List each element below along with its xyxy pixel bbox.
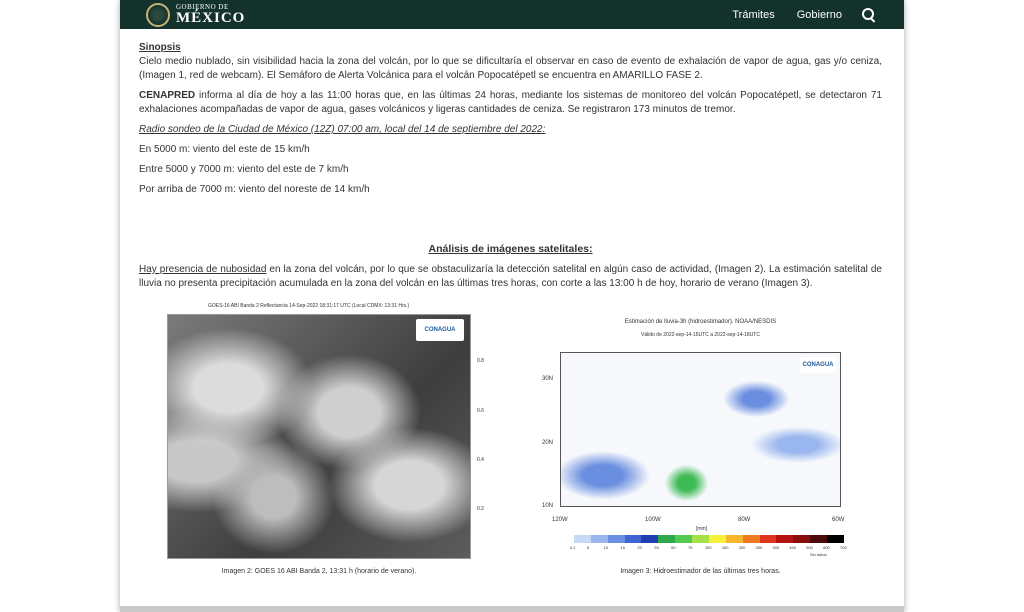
colorbar-label: 500: [806, 545, 813, 550]
conagua-logo-map: CONAGUA: [800, 357, 836, 373]
colorbar-swatch: [675, 535, 692, 543]
colorbar-swatch: [624, 535, 642, 543]
seal-icon: [146, 2, 170, 27]
colorbar-swatch: [793, 535, 811, 543]
satellite-lead: Hay presencia de nubosidad: [139, 264, 267, 275]
colorbar-label: 15: [620, 545, 625, 550]
colorbar-label: 400: [789, 545, 797, 550]
cenapred-bold: CENAPRED: [139, 90, 196, 101]
colorbar-label: 150: [721, 545, 729, 550]
colorbar-label: 50: [671, 545, 676, 550]
page-frame: GOBIERNO DE MÉXICO Trámites Gobierno Sin…: [120, 0, 904, 612]
lon-80w: 80W: [738, 517, 751, 523]
main-content: Sinopsis Cielo medio nublado, sin visibi…: [139, 41, 882, 289]
colorbar-label: 10: [603, 545, 609, 550]
cenapred-paragraph: CENAPRED informa al día de hoy a las 11:…: [139, 89, 882, 117]
image3-title: Estimación de lluvia-3h (hidroestimador)…: [624, 319, 777, 325]
colorbar-swatch: [776, 535, 794, 543]
colorbar-label: 0.1: [569, 545, 576, 550]
image3-caption: Imagen 3: Hidroestimador de las últimas …: [620, 568, 781, 575]
colorbar-label: 200: [738, 545, 746, 550]
colorbar-label: 300: [772, 545, 780, 550]
colorbar-swatch: [759, 535, 777, 543]
image2-scale-0: 0.8: [477, 358, 484, 364]
nav-menu: Trámites Gobierno: [710, 7, 876, 22]
search-icon[interactable]: [862, 7, 876, 22]
conagua-logo: CONAGUA: [416, 319, 464, 341]
image2-scale-3: 0.2: [477, 506, 484, 512]
colorbar-label: 100: [704, 545, 712, 550]
colorbar-swatch: [692, 535, 709, 543]
colorbar-label: 250: [755, 545, 763, 550]
lat-10n: 10N: [542, 503, 554, 509]
image2-scale-2: 0.4: [477, 457, 484, 463]
lon-60w: 60W: [832, 517, 845, 523]
colorbar-swatch: [573, 535, 591, 543]
sinopsis-text: Cielo medio nublado, sin visibilidad hac…: [139, 56, 882, 81]
wind-line-2: Entre 5000 y 7000 m: viento del este de …: [139, 164, 349, 175]
colorbar-swatch: [742, 535, 760, 543]
colorbar-label: 700: [840, 545, 847, 550]
colorbar-label: 600: [823, 545, 830, 550]
sin-datos-legend: Sin datos: [810, 552, 827, 557]
logo-big-text: MÉXICO: [176, 9, 246, 26]
sinopsis-section: Sinopsis Cielo medio nublado, sin visibi…: [139, 41, 882, 83]
cenapred-text: informa al día de hoy a las 11:00 horas …: [139, 90, 882, 115]
colorbar-swatch: [708, 535, 726, 543]
logo-text: GOBIERNO DE MÉXICO: [176, 3, 246, 26]
top-navbar: GOBIERNO DE MÉXICO Trámites Gobierno: [120, 0, 904, 29]
colorbar-label: 5: [586, 545, 589, 550]
image2-scale-1: 0.6: [477, 408, 484, 414]
sinopsis-title: Sinopsis: [139, 42, 181, 53]
colorbar-label: 25: [654, 545, 659, 550]
wind-line-3: Por arriba de 7000 m: viento del noreste…: [139, 184, 370, 195]
map-unit: [mm]: [696, 526, 708, 532]
satellite-section-title: Análisis de imágenes satelitales:: [428, 243, 593, 255]
colorbar-swatch: [557, 535, 574, 543]
lat-20n: 20N: [542, 440, 554, 446]
colorbar-swatch: [641, 535, 659, 543]
lon-100w: 100W: [645, 517, 661, 523]
colorbar-swatch: [725, 535, 743, 543]
gobierno-logo[interactable]: GOBIERNO DE MÉXICO: [146, 0, 245, 29]
image2-caption: Imagen 2: GOES 16 ABI Banda 2, 13:31 h (…: [221, 568, 417, 575]
colorbar-swatch: [658, 535, 676, 543]
precip-colorbar: [557, 535, 844, 543]
colorbar-swatch: [827, 535, 844, 543]
wind-line-1: En 5000 m: viento del este de 15 km/h: [139, 144, 310, 155]
colorbar-swatch: [590, 535, 608, 543]
hidroestimador-map[interactable]: CONAGUA: [560, 352, 841, 507]
radio-title: Radio sondeo de la Ciudad de México (12Z…: [139, 124, 546, 135]
nav-gobierno[interactable]: Gobierno: [797, 9, 842, 21]
bottom-bar: [120, 606, 904, 612]
colorbar-swatch: [810, 535, 827, 543]
lon-120w: 120W: [552, 517, 568, 523]
colorbar-label: 20: [637, 545, 642, 550]
image3-subtitle: Válido de 2022-sep-14-15UTC a 2022-sep-1…: [641, 332, 760, 338]
colorbar-swatch: [607, 535, 625, 543]
nav-tramites[interactable]: Trámites: [732, 9, 774, 21]
satellite-paragraph: Hay presencia de nubosidad en la zona de…: [139, 263, 882, 291]
goes-satellite-image[interactable]: CONAGUA: [167, 314, 471, 559]
colorbar-label: 75: [688, 545, 693, 550]
image2-header: GOES-16 ABI Banda 2 Reflectancia 14-Sep-…: [208, 303, 410, 309]
lat-30n: 30N: [542, 376, 554, 382]
